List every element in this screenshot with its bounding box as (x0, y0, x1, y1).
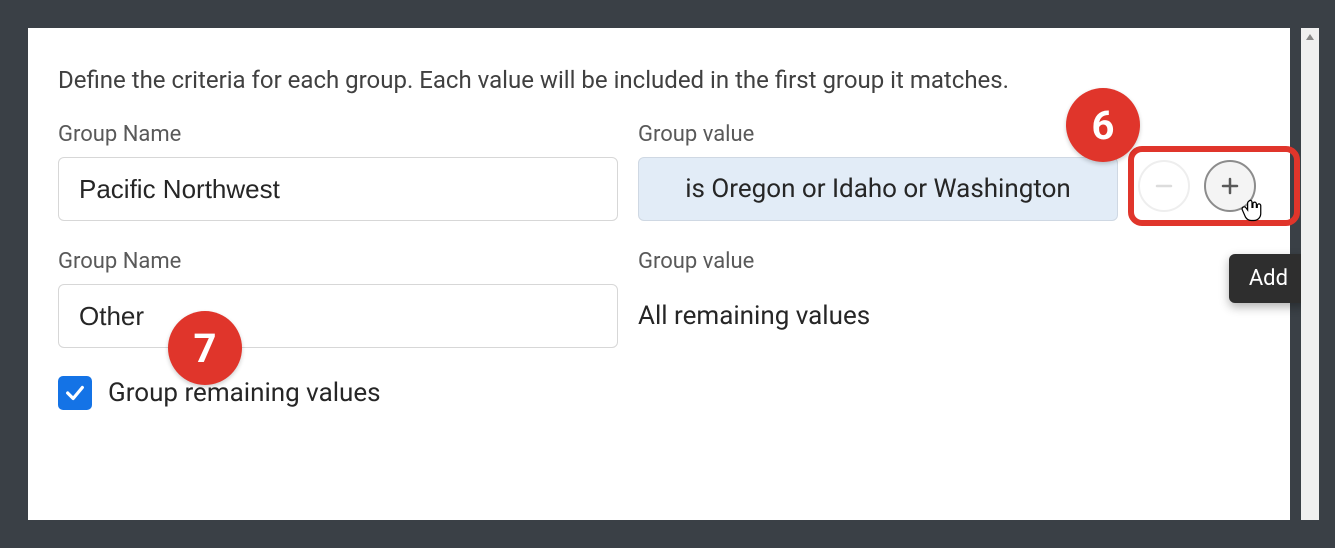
scrollbar-up-button[interactable] (1301, 28, 1319, 46)
plus-icon (1218, 174, 1242, 198)
instruction-text: Define the criteria for each group. Each… (58, 66, 1260, 94)
group-value-pill[interactable]: is Oregon or Idaho or Washington (638, 157, 1118, 221)
group-criteria-panel: Define the criteria for each group. Each… (28, 28, 1290, 520)
group-actions (1138, 122, 1256, 218)
annotation-callout-7: 7 (168, 311, 242, 385)
group-name-column: Group Name (58, 249, 618, 348)
cursor-hand-icon (1238, 196, 1266, 224)
group-name-input[interactable] (58, 284, 618, 348)
group-value-static: All remaining values (638, 284, 1118, 348)
group-value-column: Group value is Oregon or Idaho or Washin… (638, 122, 1118, 221)
add-group-button[interactable] (1204, 160, 1256, 212)
group-value-column: Group value All remaining values (638, 249, 1118, 348)
check-icon (64, 382, 86, 404)
group-remaining-checkbox[interactable] (58, 376, 92, 410)
group-name-label: Group Name (58, 122, 618, 147)
group-value-label: Group value (638, 249, 1118, 274)
group-remaining-label: Group remaining values (108, 378, 381, 408)
scrollbar[interactable] (1301, 28, 1319, 520)
group-name-label: Group Name (58, 249, 618, 274)
annotation-callout-6: 6 (1066, 88, 1140, 162)
group-remaining-row: Group remaining values (58, 376, 1260, 410)
add-tooltip: Add (1229, 254, 1308, 303)
group-value-label: Group value (638, 122, 1118, 147)
minus-icon (1152, 174, 1176, 198)
chevron-up-icon (1305, 32, 1315, 42)
remove-group-button[interactable] (1138, 160, 1190, 212)
group-name-input[interactable] (58, 157, 618, 221)
group-name-column: Group Name (58, 122, 618, 221)
